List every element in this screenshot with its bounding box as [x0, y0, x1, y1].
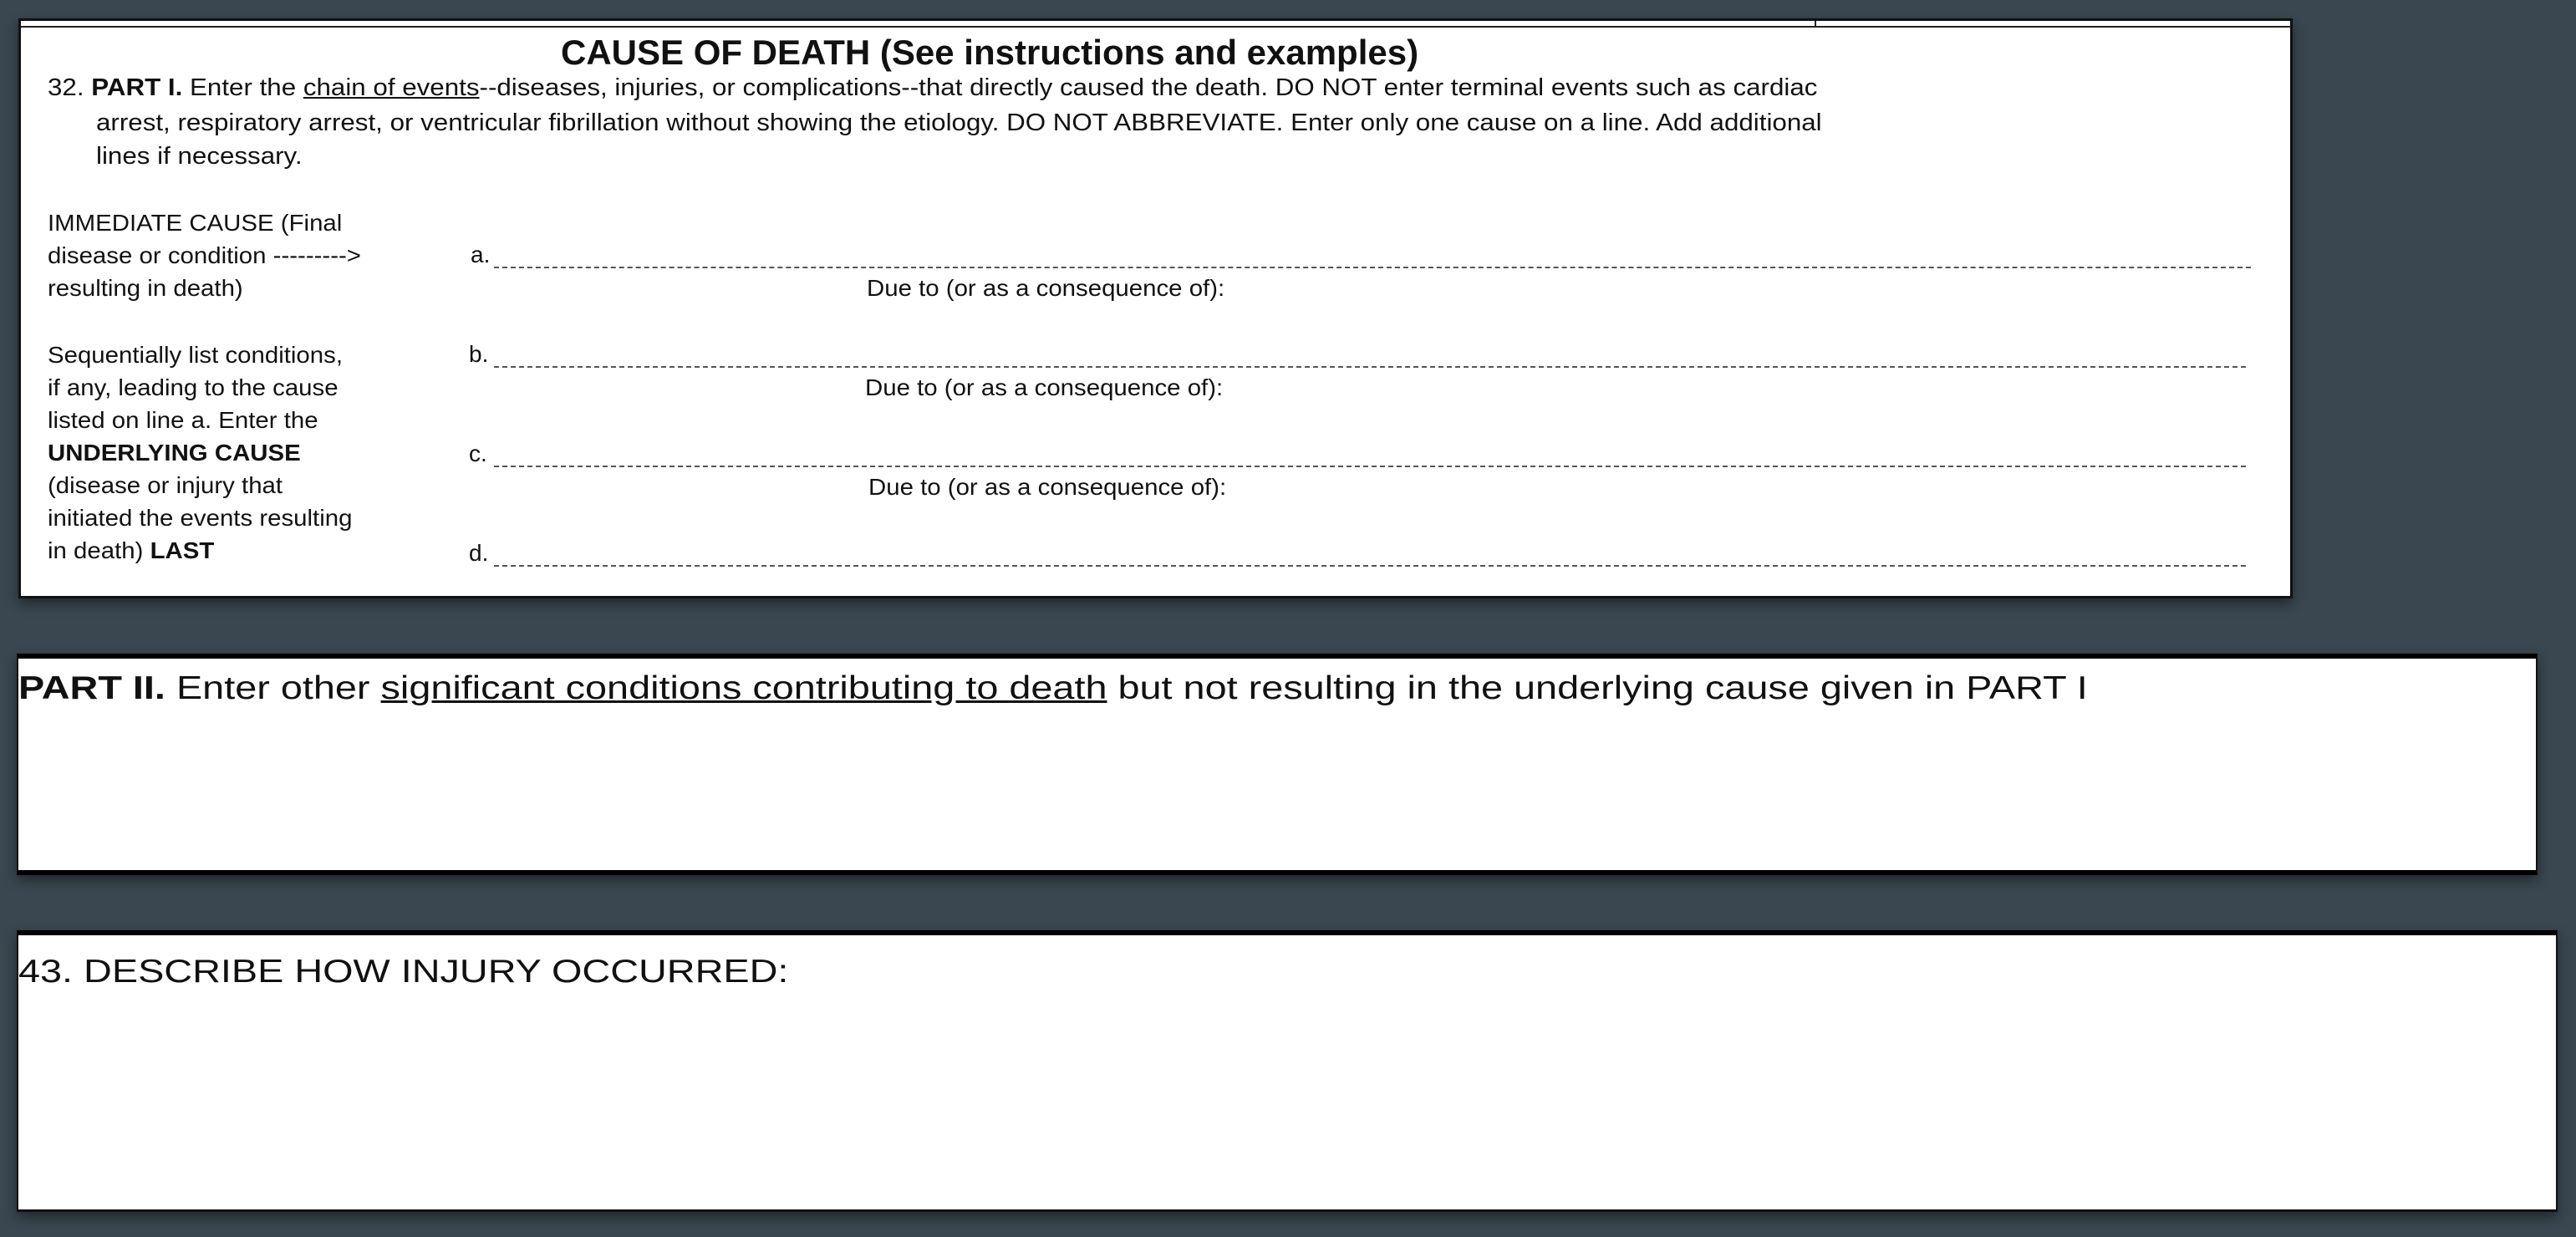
label-line: (disease or injury that — [48, 472, 283, 498]
part2-heading: PART II. Enter other significant conditi… — [18, 670, 2088, 707]
sequential-conditions-label: Sequentially list conditions, if any, le… — [48, 339, 352, 567]
part2-text: but not resulting in the underlying caus… — [1117, 670, 2088, 706]
label-line: if any, leading to the cause — [48, 374, 339, 400]
part2-label: PART II. — [18, 670, 165, 706]
label-line: initiated the events resulting — [48, 505, 353, 531]
significant-conditions-text: significant conditions contributing to d… — [380, 670, 1107, 706]
line-b-input[interactable] — [494, 366, 2246, 368]
due-to-label: Due to (or as a consequence of): — [867, 275, 1225, 301]
label-line: Sequentially list conditions, — [48, 342, 344, 368]
label-line: in death) — [48, 537, 144, 563]
line-b-letter: b. — [469, 341, 489, 367]
injury-description-label: 43. DESCRIBE HOW INJURY OCCURRED: — [18, 954, 789, 990]
due-to-label: Due to (or as a consequence of): — [868, 474, 1227, 500]
line-c-letter: c. — [469, 440, 487, 466]
line-a-input[interactable] — [494, 267, 2251, 268]
label-line: disease or condition ---------> — [48, 242, 361, 268]
section-title: CAUSE OF DEATH (See instructions and exa… — [561, 33, 1419, 72]
label-line: listed on line a. Enter the — [48, 407, 318, 433]
underlying-cause-bold: UNDERLYING CAUSE — [48, 440, 301, 466]
cause-of-death-part1-panel: CAUSE OF DEATH (See instructions and exa… — [18, 18, 2293, 598]
immediate-cause-label: IMMEDIATE CAUSE (Final disease or condit… — [48, 206, 361, 304]
chain-of-events-text: chain of events — [303, 74, 480, 101]
instructions-text: --diseases, injuries, or complications--… — [479, 74, 1818, 101]
line-d-input[interactable] — [494, 565, 2246, 567]
item-number: 32. — [48, 74, 84, 101]
instructions-line-3: lines if necessary. — [96, 143, 303, 170]
instructions-text: Enter the — [190, 74, 297, 101]
column-divider — [1815, 21, 1816, 28]
instructions-line-2: arrest, respiratory arrest, or ventricul… — [96, 109, 1822, 136]
injury-description-panel[interactable]: 43. DESCRIBE HOW INJURY OCCURRED: — [17, 930, 2558, 1212]
last-bold: LAST — [150, 537, 215, 563]
label-line: IMMEDIATE CAUSE (Final — [48, 210, 343, 236]
part-label: PART I. — [91, 74, 183, 101]
line-c-input[interactable] — [494, 466, 2246, 467]
line-d-letter: d. — [469, 540, 489, 566]
due-to-label: Due to (or as a consequence of): — [865, 374, 1224, 400]
top-rule — [21, 26, 2290, 28]
label-line: resulting in death) — [48, 275, 243, 301]
line-a-letter: a. — [471, 242, 491, 267]
part2-text: Enter other — [176, 670, 370, 706]
instructions-line-1: 32. PART I. Enter the chain of events--d… — [48, 74, 1817, 102]
part2-panel[interactable]: PART II. Enter other significant conditi… — [17, 654, 2538, 875]
